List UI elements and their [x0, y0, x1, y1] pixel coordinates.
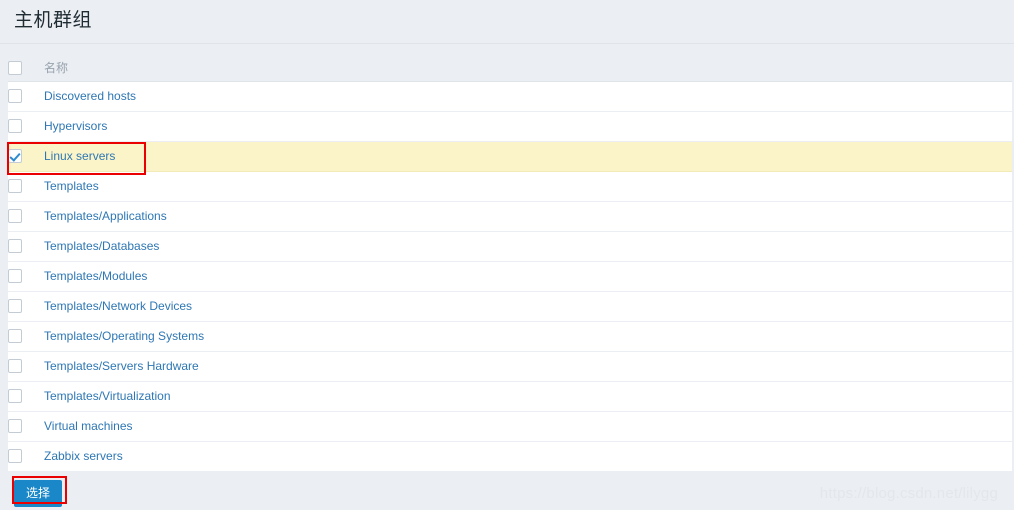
table-row[interactable]: Hypervisors	[8, 111, 1012, 142]
host-group-link[interactable]: Templates/Modules	[44, 269, 147, 283]
row-checkbox[interactable]	[8, 149, 22, 164]
row-name-cell: Templates/Modules	[44, 261, 1012, 292]
host-group-link[interactable]: Templates	[44, 179, 99, 193]
host-group-link[interactable]: Templates/Operating Systems	[44, 329, 204, 343]
row-name-cell: Templates/Operating Systems	[44, 321, 1012, 352]
host-group-link[interactable]: Templates/Applications	[44, 209, 167, 223]
row-checkbox-cell	[8, 111, 44, 142]
row-checkbox-cell	[8, 321, 44, 352]
table-row[interactable]: Virtual machines	[8, 411, 1012, 442]
host-group-link[interactable]: Templates/Virtualization	[44, 389, 171, 403]
table-head: 名称	[8, 54, 1012, 82]
table-row[interactable]: Templates/Virtualization	[8, 381, 1012, 412]
row-checkbox[interactable]	[8, 179, 22, 194]
row-checkbox-cell	[8, 81, 44, 112]
row-checkbox[interactable]	[8, 299, 22, 314]
table-header-row: 名称	[8, 54, 1012, 82]
row-name-cell: Templates/Servers Hardware	[44, 351, 1012, 382]
row-checkbox[interactable]	[8, 449, 22, 464]
row-checkbox-cell	[8, 441, 44, 472]
table-body: Discovered hosts Hypervisors Linux servers…	[8, 81, 1012, 472]
row-checkbox-cell	[8, 381, 44, 412]
table-row[interactable]: Templates/Network Devices	[8, 291, 1012, 322]
host-group-link[interactable]: Virtual machines	[44, 419, 133, 433]
row-checkbox-cell	[8, 291, 44, 322]
host-group-table: 名称 Discovered hosts Hypervisors Linux serv…	[8, 54, 1012, 472]
row-checkbox-cell	[8, 201, 44, 232]
watermark: https://blog.csdn.net/lilygg	[819, 485, 998, 502]
host-group-link[interactable]: Templates/Servers Hardware	[44, 359, 199, 373]
select-button[interactable]: 选择	[14, 479, 63, 507]
host-group-table-area: 名称 Discovered hosts Hypervisors Linux serv…	[0, 44, 1014, 472]
row-checkbox[interactable]	[8, 119, 22, 134]
row-checkbox-cell	[8, 261, 44, 292]
row-checkbox[interactable]	[8, 209, 22, 224]
row-checkbox-cell	[8, 171, 44, 202]
row-checkbox-cell	[8, 231, 44, 262]
page-header: 主机群组	[0, 0, 1014, 44]
row-name-cell: Linux servers	[44, 141, 1012, 172]
row-name-cell: Zabbix servers	[44, 441, 1012, 472]
row-checkbox[interactable]	[8, 389, 22, 404]
row-checkbox[interactable]	[8, 239, 22, 254]
row-checkbox-cell	[8, 351, 44, 382]
row-name-cell: Hypervisors	[44, 111, 1012, 142]
table-row[interactable]: Templates/Modules	[8, 261, 1012, 292]
column-header-name[interactable]: 名称	[44, 54, 1012, 82]
row-checkbox[interactable]	[8, 89, 22, 104]
row-name-cell: Templates/Applications	[44, 201, 1012, 232]
column-header-name-label: 名称	[44, 60, 69, 75]
row-name-cell: Templates/Virtualization	[44, 381, 1012, 412]
row-name-cell: Virtual machines	[44, 411, 1012, 442]
row-checkbox[interactable]	[8, 419, 22, 434]
host-group-link[interactable]: Hypervisors	[44, 119, 107, 133]
table-row[interactable]: Discovered hosts	[8, 81, 1012, 112]
row-name-cell: Templates/Databases	[44, 231, 1012, 262]
row-checkbox[interactable]	[8, 359, 22, 374]
row-name-cell: Templates	[44, 171, 1012, 202]
row-checkbox-cell	[8, 141, 44, 172]
host-group-link[interactable]: Zabbix servers	[44, 449, 123, 463]
select-all-checkbox[interactable]	[8, 60, 22, 75]
table-row[interactable]: Templates	[8, 171, 1012, 202]
table-row[interactable]: Templates/Servers Hardware	[8, 351, 1012, 382]
page-title: 主机群组	[14, 10, 93, 31]
host-group-link[interactable]: Templates/Network Devices	[44, 299, 192, 313]
row-name-cell: Discovered hosts	[44, 81, 1012, 112]
table-row[interactable]: Templates/Applications	[8, 201, 1012, 232]
row-checkbox-cell	[8, 411, 44, 442]
table-row[interactable]: Linux servers	[8, 141, 1012, 172]
select-all-cell	[8, 54, 44, 82]
host-group-link[interactable]: Templates/Databases	[44, 239, 159, 253]
table-row[interactable]: Templates/Databases	[8, 231, 1012, 262]
host-group-link[interactable]: Linux servers	[44, 149, 115, 163]
row-checkbox[interactable]	[8, 269, 22, 284]
row-checkbox[interactable]	[8, 329, 22, 344]
row-name-cell: Templates/Network Devices	[44, 291, 1012, 322]
table-row[interactable]: Templates/Operating Systems	[8, 321, 1012, 352]
table-row[interactable]: Zabbix servers	[8, 441, 1012, 472]
host-group-link[interactable]: Discovered hosts	[44, 89, 136, 103]
